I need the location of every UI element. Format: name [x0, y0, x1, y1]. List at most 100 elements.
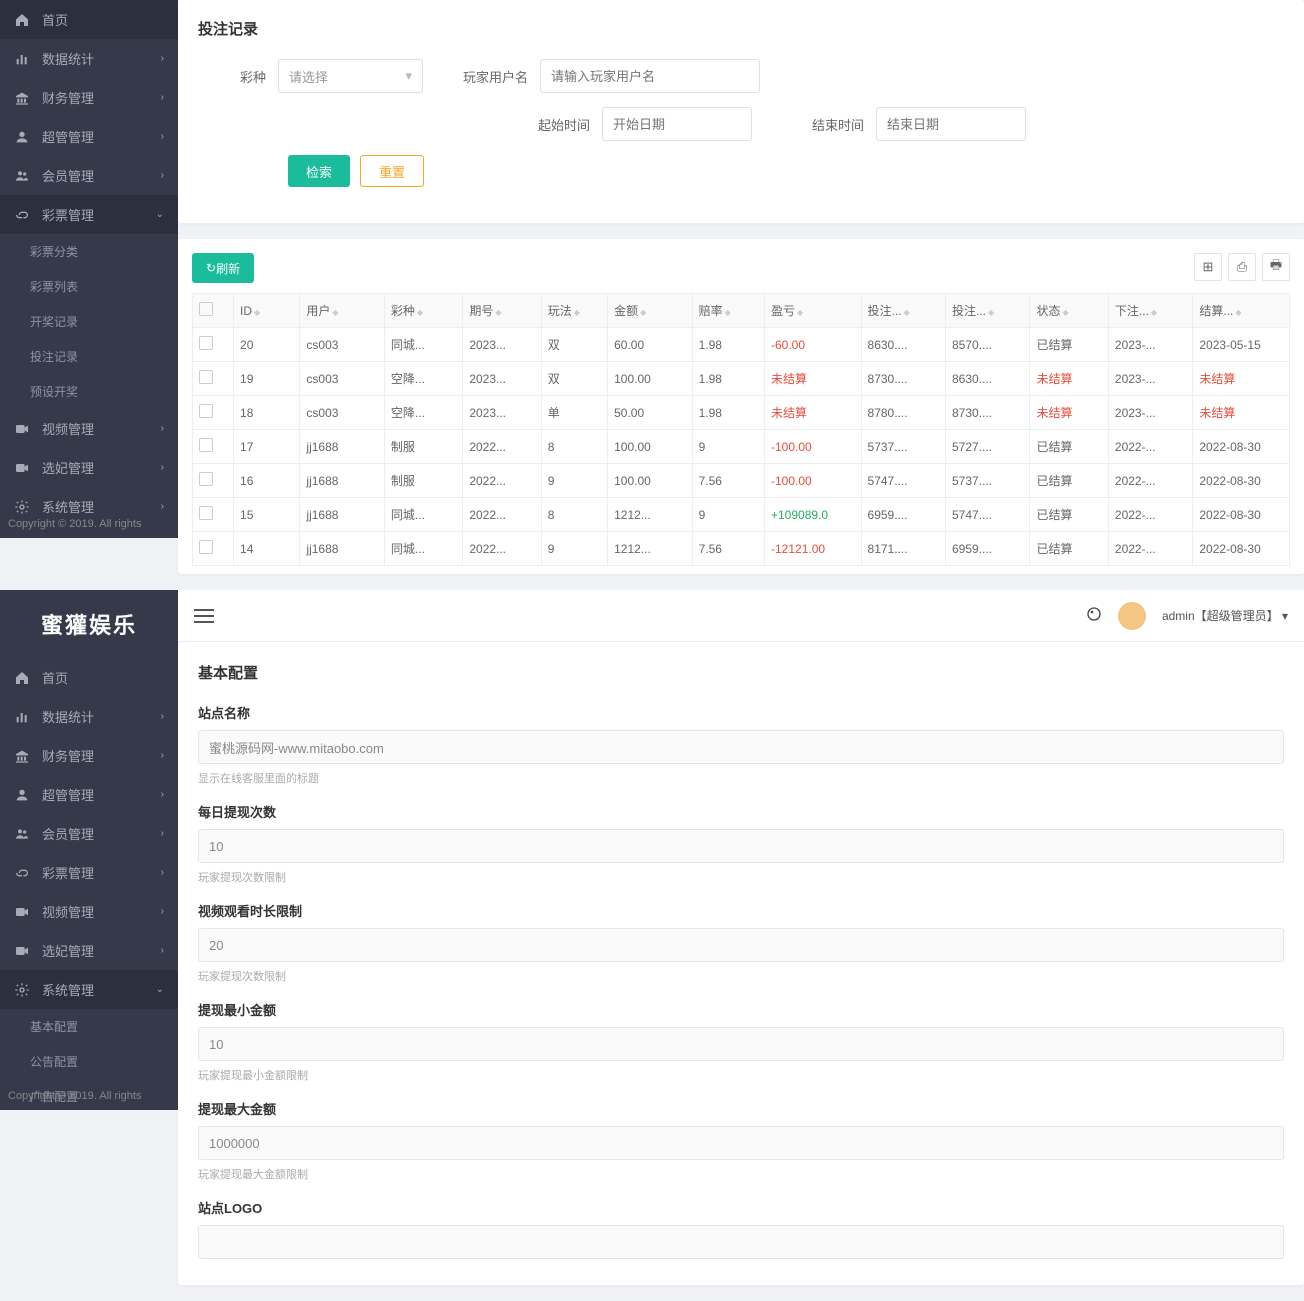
checkbox[interactable] [199, 540, 213, 554]
cell: 2022-... [1108, 464, 1192, 498]
sidebar-item-财务管理[interactable]: 财务管理› [0, 78, 178, 117]
col-8[interactable]: 盈亏◆ [765, 294, 862, 328]
checkbox[interactable] [199, 438, 213, 452]
sidebar-item-视频管理[interactable]: 视频管理› [0, 892, 178, 931]
sidebar-item-视频管理[interactable]: 视频管理› [0, 409, 178, 448]
checkbox[interactable] [199, 472, 213, 486]
cell: 2022-... [1108, 532, 1192, 566]
cell: 9 [692, 430, 764, 464]
cell: cs003 [300, 328, 384, 362]
table-row[interactable]: 20cs003同城...2023...双60.001.98-60.008630.… [193, 328, 1290, 362]
cell: 双 [541, 362, 607, 396]
sidebar-item-数据统计[interactable]: 数据统计› [0, 697, 178, 736]
config-input-2[interactable] [198, 928, 1284, 962]
sidebar-item-label: 彩票管理 [42, 205, 94, 224]
col-2[interactable]: 用户◆ [300, 294, 384, 328]
print-icon[interactable]: 🖶 [1262, 253, 1290, 281]
export-icon[interactable]: ⎙ [1228, 253, 1256, 281]
sidebar-item-首页[interactable]: 首页 [0, 658, 178, 697]
sidebar-item-彩票管理[interactable]: 彩票管理⌄ [0, 195, 178, 234]
sidebar-sub-公告配置[interactable]: 公告配置 [0, 1044, 178, 1079]
user-name[interactable]: admin【超级管理员】 ▾ [1162, 607, 1288, 624]
sidebar-sub-彩票分类[interactable]: 彩票分类 [0, 234, 178, 269]
sidebar-item-系统管理[interactable]: 系统管理⌄ [0, 970, 178, 1009]
select-type[interactable]: 请选择 [278, 59, 423, 93]
sidebar-item-label: 视频管理 [42, 902, 94, 921]
checkbox[interactable] [199, 506, 213, 520]
sidebar-bottom: 蜜獾娱乐 首页数据统计›财务管理›超管管理›会员管理›彩票管理›视频管理›选妃管… [0, 590, 178, 1110]
config-input-5[interactable] [198, 1225, 1284, 1259]
cell: 同城... [384, 498, 462, 532]
sidebar-item-财务管理[interactable]: 财务管理› [0, 736, 178, 775]
config-input-3[interactable] [198, 1027, 1284, 1061]
sidebar-sub-投注记录[interactable]: 投注记录 [0, 339, 178, 374]
cell: -12121.00 [765, 532, 862, 566]
sidebar-item-彩票管理[interactable]: 彩票管理› [0, 853, 178, 892]
checkbox[interactable] [199, 336, 213, 350]
col-4[interactable]: 期号◆ [463, 294, 541, 328]
table-row[interactable]: 17jj1688制服2022...8100.009-100.005737....… [193, 430, 1290, 464]
cell: 9 [692, 498, 764, 532]
col-13[interactable]: 结算...◆ [1193, 294, 1290, 328]
sort-icon: ◆ [332, 308, 338, 317]
sidebar-sub-开奖记录[interactable]: 开奖记录 [0, 304, 178, 339]
sidebar-sub-基本配置[interactable]: 基本配置 [0, 1009, 178, 1044]
columns-icon[interactable]: ⊞ [1194, 253, 1222, 281]
col-5[interactable]: 玩法◆ [541, 294, 607, 328]
menu-toggle-icon[interactable] [194, 605, 214, 627]
col-9[interactable]: 投注...◆ [861, 294, 945, 328]
cell: 18 [234, 396, 300, 430]
col-10[interactable]: 投注...◆ [946, 294, 1030, 328]
cell: 50.00 [608, 396, 692, 430]
refresh-button[interactable]: ↻ 刷新 [192, 253, 254, 283]
input-start-date[interactable] [602, 107, 752, 141]
sidebar-item-会员管理[interactable]: 会员管理› [0, 156, 178, 195]
palette-icon[interactable] [1086, 606, 1102, 625]
home-icon [14, 670, 32, 686]
col-7[interactable]: 赔率◆ [692, 294, 764, 328]
sidebar-sub-彩票列表[interactable]: 彩票列表 [0, 269, 178, 304]
sidebar-item-超管管理[interactable]: 超管管理› [0, 775, 178, 814]
checkbox[interactable] [199, 404, 213, 418]
cell: jj1688 [300, 464, 384, 498]
chevron-right-icon: › [161, 131, 164, 142]
reset-button[interactable]: 重置 [360, 155, 424, 187]
bars-icon [14, 709, 32, 725]
input-username[interactable] [540, 59, 760, 93]
chevron-right-icon: › [161, 462, 164, 473]
cell: 2022... [463, 430, 541, 464]
cell: 14 [234, 532, 300, 566]
table-row[interactable]: 14jj1688同城...2022...91212...7.56-12121.0… [193, 532, 1290, 566]
sidebar-item-会员管理[interactable]: 会员管理› [0, 814, 178, 853]
checkbox[interactable] [199, 370, 213, 384]
chevron-right-icon: › [161, 92, 164, 103]
table-row[interactable]: 16jj1688制服2022...9100.007.56-100.005747.… [193, 464, 1290, 498]
col-12[interactable]: 下注...◆ [1108, 294, 1192, 328]
sidebar-sub-预设开奖[interactable]: 预设开奖 [0, 374, 178, 409]
config-input-4[interactable] [198, 1126, 1284, 1160]
sidebar-item-首页[interactable]: 首页 [0, 0, 178, 39]
checkbox-all[interactable] [199, 302, 213, 316]
cell: 5737.... [946, 464, 1030, 498]
col-1[interactable]: ID◆ [234, 294, 300, 328]
col-0[interactable] [193, 294, 234, 328]
video-icon [14, 421, 32, 437]
table-row[interactable]: 18cs003空降...2023...单50.001.98未结算8780....… [193, 396, 1290, 430]
col-6[interactable]: 金额◆ [608, 294, 692, 328]
link-icon [14, 207, 32, 223]
col-11[interactable]: 状态◆ [1030, 294, 1108, 328]
table-row[interactable]: 15jj1688同城...2022...81212...9+109089.069… [193, 498, 1290, 532]
search-button[interactable]: 检索 [288, 155, 350, 187]
config-input-0[interactable] [198, 730, 1284, 764]
sidebar-item-选妃管理[interactable]: 选妃管理› [0, 448, 178, 487]
col-3[interactable]: 彩种◆ [384, 294, 462, 328]
avatar[interactable] [1116, 600, 1148, 632]
cell: 2023-... [1108, 328, 1192, 362]
input-end-date[interactable] [876, 107, 1026, 141]
sidebar-item-选妃管理[interactable]: 选妃管理› [0, 931, 178, 970]
table-row[interactable]: 19cs003空降...2023...双100.001.98未结算8730...… [193, 362, 1290, 396]
sidebar-item-数据统计[interactable]: 数据统计› [0, 39, 178, 78]
sidebar-item-label: 选妃管理 [42, 941, 94, 960]
config-input-1[interactable] [198, 829, 1284, 863]
sidebar-item-超管管理[interactable]: 超管管理› [0, 117, 178, 156]
